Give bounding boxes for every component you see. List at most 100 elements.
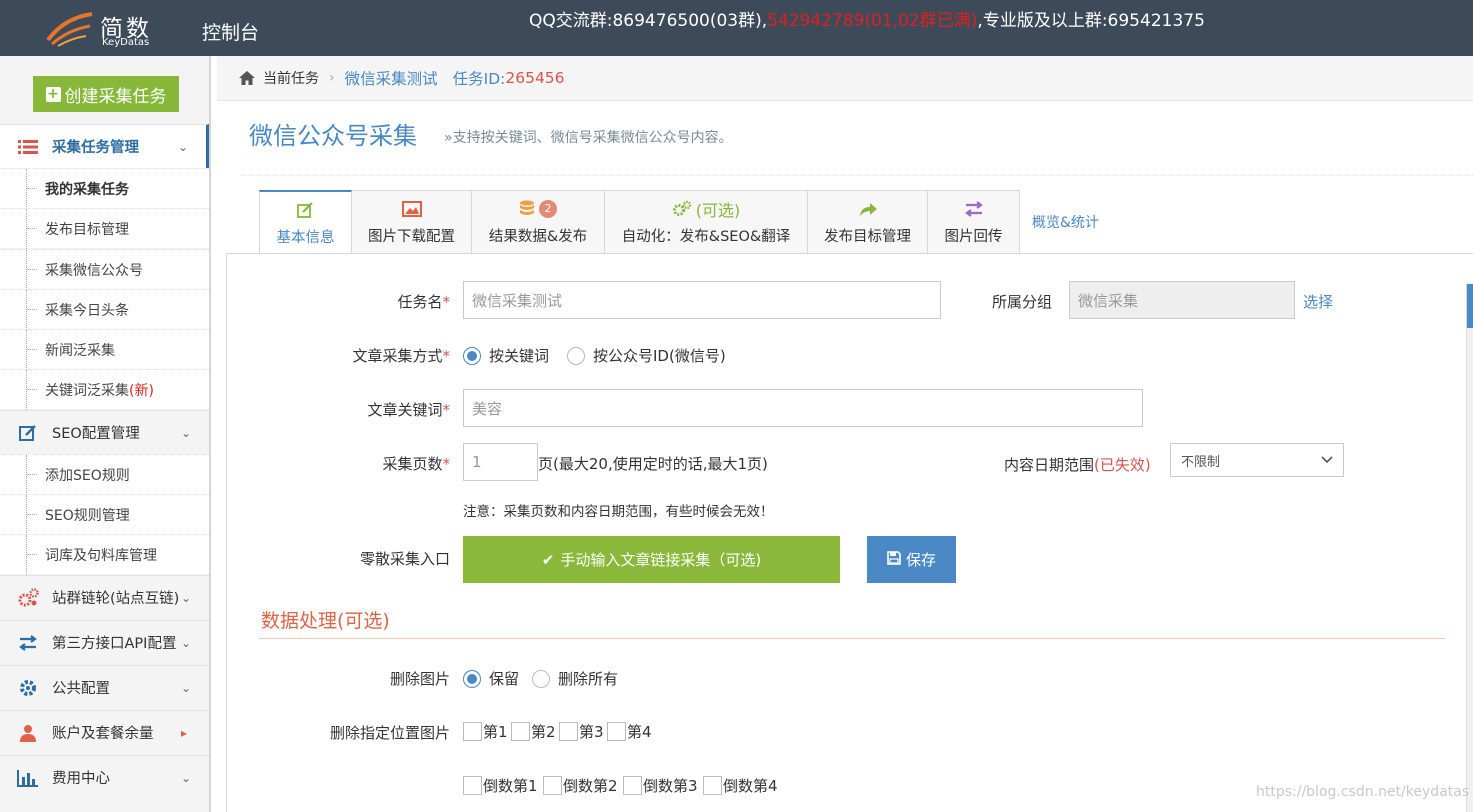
checkbox <box>511 722 530 741</box>
method-account-radio[interactable]: 按公众号ID(微信号) <box>567 345 726 366</box>
method-label: 文章采集方式* <box>352 345 450 366</box>
bar-chart-icon <box>17 767 39 789</box>
list-icon <box>17 136 39 158</box>
tab-label: 基本信息 <box>276 230 335 246</box>
share-icon <box>858 199 878 219</box>
sidebar-item-add-seo[interactable]: 添加SEO规则 <box>0 454 209 495</box>
position-checkbox-last-1[interactable]: 倒数第1 <box>463 775 538 796</box>
manual-entry-label: 零散采集入口 <box>359 550 450 568</box>
tab-image-download[interactable]: 图片下载配置 <box>352 190 472 254</box>
position-checkbox-4[interactable]: 第4 <box>607 721 652 742</box>
exchange-icon <box>964 199 984 219</box>
chevron-down-icon: ⌄ <box>181 590 192 605</box>
radio-label: 保留 <box>489 670 520 688</box>
sidebar-item-publish-targets[interactable]: 发布目标管理 <box>0 208 209 249</box>
sidebar-item-my-tasks[interactable]: 我的采集任务 <box>0 168 209 209</box>
required-mark: * <box>442 293 451 311</box>
nav-api-config[interactable]: 第三方接口API配置 ⌄ <box>0 620 209 664</box>
keyword-label: 文章关键词* <box>367 399 450 420</box>
required-mark: * <box>442 455 451 473</box>
sidebar-item-label: 新闻泛采集 <box>45 342 115 359</box>
create-task-button[interactable]: + 创建采集任务 <box>33 76 179 112</box>
radio-label: 按关键词 <box>489 347 550 365</box>
tab-badge: 2 <box>539 200 557 218</box>
edit-icon <box>296 200 315 220</box>
sidebar-item-toutiao[interactable]: 采集今日头条 <box>0 289 209 330</box>
sidebar-item-label: 采集微信公众号 <box>45 262 143 279</box>
sidebar-item-news[interactable]: 新闻泛采集 <box>0 329 209 370</box>
qq-suffix: ,专业版及以上群:695421375 <box>977 11 1205 31</box>
sidebar-item-label: 发布目标管理 <box>45 221 129 238</box>
keyword-label-text: 文章关键词 <box>367 401 443 419</box>
new-tag: (新) <box>129 382 154 399</box>
delete-all-images-radio[interactable]: 删除所有 <box>532 668 618 689</box>
task-name-input[interactable]: 微信采集测试 <box>463 281 941 319</box>
position-checkbox-3[interactable]: 第3 <box>559 721 604 742</box>
date-range-select[interactable]: 不限制 <box>1170 443 1344 477</box>
position-checkbox-2[interactable]: 第2 <box>511 721 556 742</box>
nav-public-config[interactable]: 公共配置 ⌄ <box>0 665 209 709</box>
manual-input-button[interactable]: ✔ 手动输入文章链接采集（可选) <box>463 536 840 583</box>
position-checkbox-last-2[interactable]: 倒数第2 <box>543 775 618 796</box>
nav-task-management[interactable]: 采集任务管理 ⌄ <box>0 124 209 168</box>
tab-basic-info[interactable]: 基本信息 <box>259 190 352 254</box>
sidebar-item-seo-rules[interactable]: SEO规则管理 <box>0 494 209 535</box>
position-checkbox-1[interactable]: 第1 <box>463 721 508 742</box>
watermark: https://blog.csdn.net/keydatas <box>1256 784 1470 800</box>
checkbox-label: 第4 <box>627 723 652 741</box>
delete-image-label: 删除图片 <box>389 670 450 688</box>
group-label: 所属分组 <box>992 293 1053 311</box>
nav-billing[interactable]: 费用中心 ⌄ <box>0 755 209 799</box>
logo-icon <box>46 12 93 47</box>
gears-icon <box>672 200 691 216</box>
breadcrumb-task-name[interactable]: 微信采集测试 <box>345 67 438 89</box>
tab-publish-targets[interactable]: 发布目标管理 <box>808 190 928 254</box>
method-keyword-radio[interactable]: 按关键词 <box>463 345 549 366</box>
overview-link[interactable]: 概览&统计 <box>1032 212 1099 232</box>
sidebar-item-keyword[interactable]: 关键词泛采集(新) <box>0 369 209 410</box>
home-icon[interactable] <box>238 70 256 86</box>
top-bar: 简数 KeyDatas 控制台 QQ交流群:869476500(03群),542… <box>0 0 1473 56</box>
checkbox-label: 倒数第2 <box>563 777 618 795</box>
nav-site-links[interactable]: 站群链轮(站点互链) ⌄ <box>0 575 209 619</box>
pages-label-text: 采集页数 <box>382 455 443 473</box>
scrollbar[interactable] <box>1466 283 1473 812</box>
tab-label: 结果数据&发布 <box>488 229 588 245</box>
checkbox <box>463 776 482 795</box>
keep-images-radio[interactable]: 保留 <box>463 668 519 689</box>
position-checkbox-last-4[interactable]: 倒数第4 <box>703 775 778 796</box>
chevron-down-icon: ⌄ <box>181 680 192 695</box>
tab-image-return[interactable]: 图片回传 <box>928 190 1020 254</box>
keyword-input[interactable]: 美容 <box>463 389 1143 427</box>
task-name-label-text: 任务名 <box>397 293 443 311</box>
scrollbar-thumb[interactable] <box>1467 284 1473 328</box>
plus-icon: + <box>45 85 61 102</box>
sidebar-item-lexicon[interactable]: 词库及句料库管理 <box>0 534 209 575</box>
sidebar-item-label: 添加SEO规则 <box>45 467 130 484</box>
chevron-right-icon: ▸ <box>181 725 188 740</box>
pages-note: 注意：采集页数和内容日期范围，有些时候会无效！ <box>463 504 774 520</box>
manual-input-label: 手动输入文章链接采集（可选) <box>560 551 762 569</box>
checkbox <box>543 776 562 795</box>
group-select-link[interactable]: 选择 <box>1303 291 1333 312</box>
group-input[interactable]: 微信采集 <box>1069 281 1295 319</box>
chevron-down-icon: ⌄ <box>181 425 192 440</box>
checkbox-label: 倒数第1 <box>483 777 538 795</box>
save-button[interactable]: 保存 <box>867 536 956 583</box>
nav-seo-management[interactable]: SEO配置管理 ⌄ <box>0 410 209 454</box>
tab-automation[interactable]: (可选) 自动化：发布&SEO&翻译 <box>605 190 808 254</box>
nav-account[interactable]: 账户及套餐余量 ▸ <box>0 710 209 754</box>
position-checkbox-last-3[interactable]: 倒数第3 <box>623 775 698 796</box>
sidebar-item-label: 采集今日头条 <box>45 302 129 319</box>
save-label: 保存 <box>905 551 936 569</box>
sidebar-item-wechat[interactable]: 采集微信公众号 <box>0 249 209 290</box>
console-title[interactable]: 控制台 <box>202 18 259 45</box>
gears-icon <box>17 587 39 609</box>
checkbox-label: 第3 <box>579 723 604 741</box>
required-mark: * <box>442 347 451 365</box>
logo[interactable]: 简数 KeyDatas <box>44 6 174 50</box>
pages-input[interactable]: 1 <box>463 443 538 481</box>
checkbox <box>463 722 482 741</box>
nav-label: 账户及套餐余量 <box>52 726 154 742</box>
tab-results-publish[interactable]: 2 结果数据&发布 <box>472 190 605 254</box>
